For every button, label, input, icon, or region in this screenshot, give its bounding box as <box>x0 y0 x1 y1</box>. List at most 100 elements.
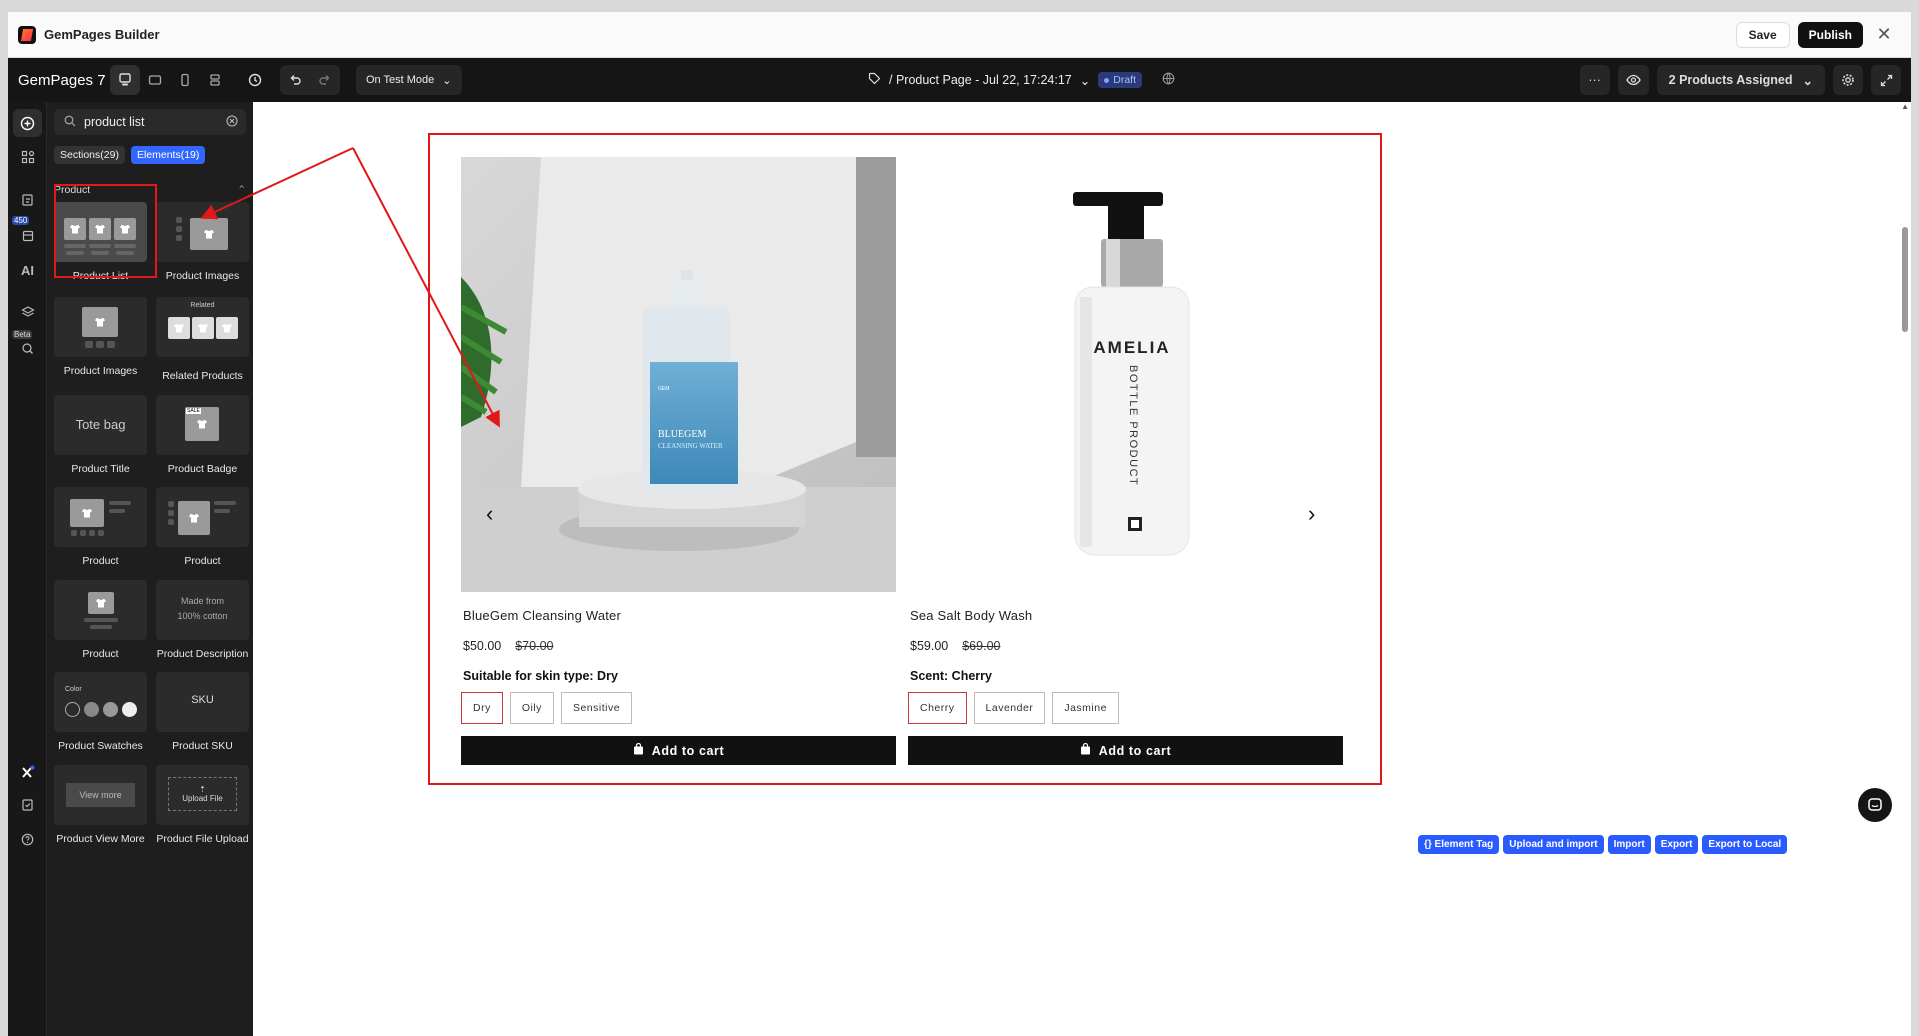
preview-eye-icon[interactable] <box>1617 65 1649 95</box>
element-product-list[interactable]: Product List <box>54 202 147 282</box>
variant-option[interactable]: Lavender <box>973 692 1046 724</box>
product-price: $50.00 $70.00 <box>463 639 896 653</box>
redo-icon[interactable] <box>310 65 340 95</box>
element-label: Product Images <box>165 270 240 282</box>
product-title[interactable]: BlueGem Cleansing Water <box>463 608 896 623</box>
history-icon[interactable] <box>240 65 270 95</box>
fullscreen-icon[interactable] <box>1871 65 1901 95</box>
element-product-title[interactable]: Tote bag Product Title <box>54 395 147 475</box>
svg-text:BOTTLE PRODUCT: BOTTLE PRODUCT <box>1127 365 1139 486</box>
library-icon[interactable] <box>13 222 42 250</box>
product-description-thumb: Made from 100% cotton <box>156 580 249 640</box>
carousel-prev-icon[interactable]: ‹ <box>486 501 493 527</box>
bottom-action-bar: {} Element Tag Upload and import Import … <box>1418 835 1788 854</box>
element-label: Product <box>82 648 119 660</box>
add-to-cart-button[interactable]: Add to cart <box>908 736 1343 765</box>
upload-and-import-button[interactable]: Upload and import <box>1503 835 1604 854</box>
page-title-group[interactable]: / Product Page - Jul 22, 17:24:17 ⌄ Draf… <box>868 58 1175 102</box>
variant-option[interactable]: Sensitive <box>560 692 633 724</box>
sale-price: $59.00 <box>910 639 949 653</box>
layers-icon[interactable] <box>13 298 42 326</box>
search-input[interactable]: product list <box>84 115 144 129</box>
undo-icon[interactable] <box>280 65 310 95</box>
element-product-description[interactable]: Made from 100% cotton Product Descriptio… <box>156 580 249 660</box>
ai-icon[interactable]: AI <box>13 256 42 284</box>
more-options-button[interactable]: ··· <box>1579 65 1610 95</box>
add-to-cart-button[interactable]: Add to cart <box>461 736 896 765</box>
desktop-view-icon[interactable] <box>110 65 140 95</box>
import-button[interactable]: Import <box>1607 835 1651 854</box>
element-product-badge[interactable]: SALE Product Badge <box>156 395 249 475</box>
element-product-file-upload[interactable]: ⇡ Upload File Product File Upload <box>156 765 249 845</box>
chevron-up-icon: ⌃ <box>237 184 246 196</box>
element-product-view-more[interactable]: View more Product View More <box>54 765 147 845</box>
products-assigned-dropdown[interactable]: 2 Products Assigned ⌄ <box>1656 65 1825 95</box>
element-tag-button[interactable]: {} Element Tag <box>1418 835 1500 854</box>
element-label: Product Images <box>63 365 138 377</box>
help-icon[interactable] <box>13 825 42 853</box>
shopping-bag-icon <box>1080 742 1091 758</box>
apps-grid-icon[interactable] <box>13 143 42 171</box>
product-price: $59.00 $69.00 <box>910 639 1343 653</box>
export-to-local-button[interactable]: Export to Local <box>1702 835 1788 854</box>
product-card[interactable]: AMELIA BOTTLE PRODUCT › Sea Salt Body Wa… <box>908 157 1343 765</box>
tab-sections[interactable]: Sections(29) <box>54 146 125 164</box>
compare-price: $70.00 <box>515 639 554 653</box>
scrollbar-thumb[interactable] <box>1902 227 1908 332</box>
cursor-search-icon[interactable] <box>13 334 42 362</box>
clipboard-check-icon[interactable] <box>13 790 42 818</box>
element-product-sku[interactable]: SKU Product SKU <box>156 672 249 752</box>
element-product-images-2[interactable]: Product Images <box>54 297 147 377</box>
globe-icon[interactable] <box>1162 72 1175 88</box>
carousel-next-icon[interactable]: › <box>1308 501 1315 527</box>
svg-text:GEM: GEM <box>658 386 669 392</box>
search-field[interactable]: product list <box>54 109 246 135</box>
product-card[interactable]: GEM BLUEGEM CLEANSING WATER ‹ BlueGem Cl… <box>461 157 896 765</box>
compare-price: $69.00 <box>962 639 1001 653</box>
close-icon[interactable]: ✕ <box>1871 22 1897 48</box>
chat-support-button[interactable] <box>1858 788 1892 822</box>
element-product-2[interactable]: Product <box>156 487 249 567</box>
tab-elements[interactable]: Elements(19) <box>130 146 206 164</box>
publish-button[interactable]: Publish <box>1797 21 1863 48</box>
clear-search-icon[interactable] <box>226 114 238 130</box>
variant-option[interactable]: Oily <box>509 692 554 724</box>
add-element-icon[interactable] <box>13 109 42 137</box>
element-label: Product View More <box>56 833 145 845</box>
add-to-cart-label: Add to cart <box>1098 743 1172 758</box>
upload-icon: ⇡ <box>199 785 206 794</box>
variant-options: Cherry Lavender Jasmine <box>908 692 1343 724</box>
variant-option[interactable]: Cherry <box>908 692 967 724</box>
app-window: GemPages Builder Save Publish ✕ GemPages… <box>8 12 1911 1036</box>
scroll-up-icon[interactable]: ▲ <box>1901 102 1909 111</box>
element-related-products[interactable]: Related Related Products <box>156 297 249 382</box>
element-label: Related Products <box>162 370 243 382</box>
canvas-scrollbar[interactable]: ▲ <box>1899 102 1911 1036</box>
x-logo-icon[interactable] <box>13 758 42 786</box>
category-header[interactable]: Product ⌃ <box>54 184 246 196</box>
export-button[interactable]: Export <box>1654 835 1699 854</box>
element-product-3[interactable]: Product <box>54 580 147 660</box>
variant-title: Scent: Cherry <box>910 669 992 683</box>
product-thumb <box>54 580 147 640</box>
variant-option[interactable]: Dry <box>461 692 503 724</box>
pages-icon[interactable] <box>13 186 42 214</box>
tablet-view-icon[interactable] <box>140 65 170 95</box>
search-icon <box>64 115 76 130</box>
save-button[interactable]: Save <box>1735 21 1790 48</box>
title-bar: GemPages Builder Save Publish ✕ <box>8 12 1911 58</box>
settings-gear-icon[interactable] <box>1833 65 1863 95</box>
chevron-down-icon: ⌄ <box>442 74 452 87</box>
product-image[interactable]: GEM BLUEGEM CLEANSING WATER ‹ <box>461 157 896 592</box>
layout-view-icon[interactable] <box>200 65 230 95</box>
element-product-1[interactable]: Product <box>54 487 147 567</box>
test-mode-dropdown[interactable]: On Test Mode ⌄ <box>356 65 462 95</box>
product-image[interactable]: AMELIA BOTTLE PRODUCT › <box>908 157 1343 592</box>
element-product-images[interactable]: Product Images <box>156 202 249 282</box>
product-title[interactable]: Sea Salt Body Wash <box>910 608 1343 623</box>
mobile-view-icon[interactable] <box>170 65 200 95</box>
left-icon-rail: 450 AI Beta <box>8 102 47 1036</box>
related-products-thumb: Related <box>156 297 249 357</box>
variant-option[interactable]: Jasmine <box>1052 692 1119 724</box>
element-product-swatches[interactable]: Color Product Swatches <box>54 672 147 752</box>
